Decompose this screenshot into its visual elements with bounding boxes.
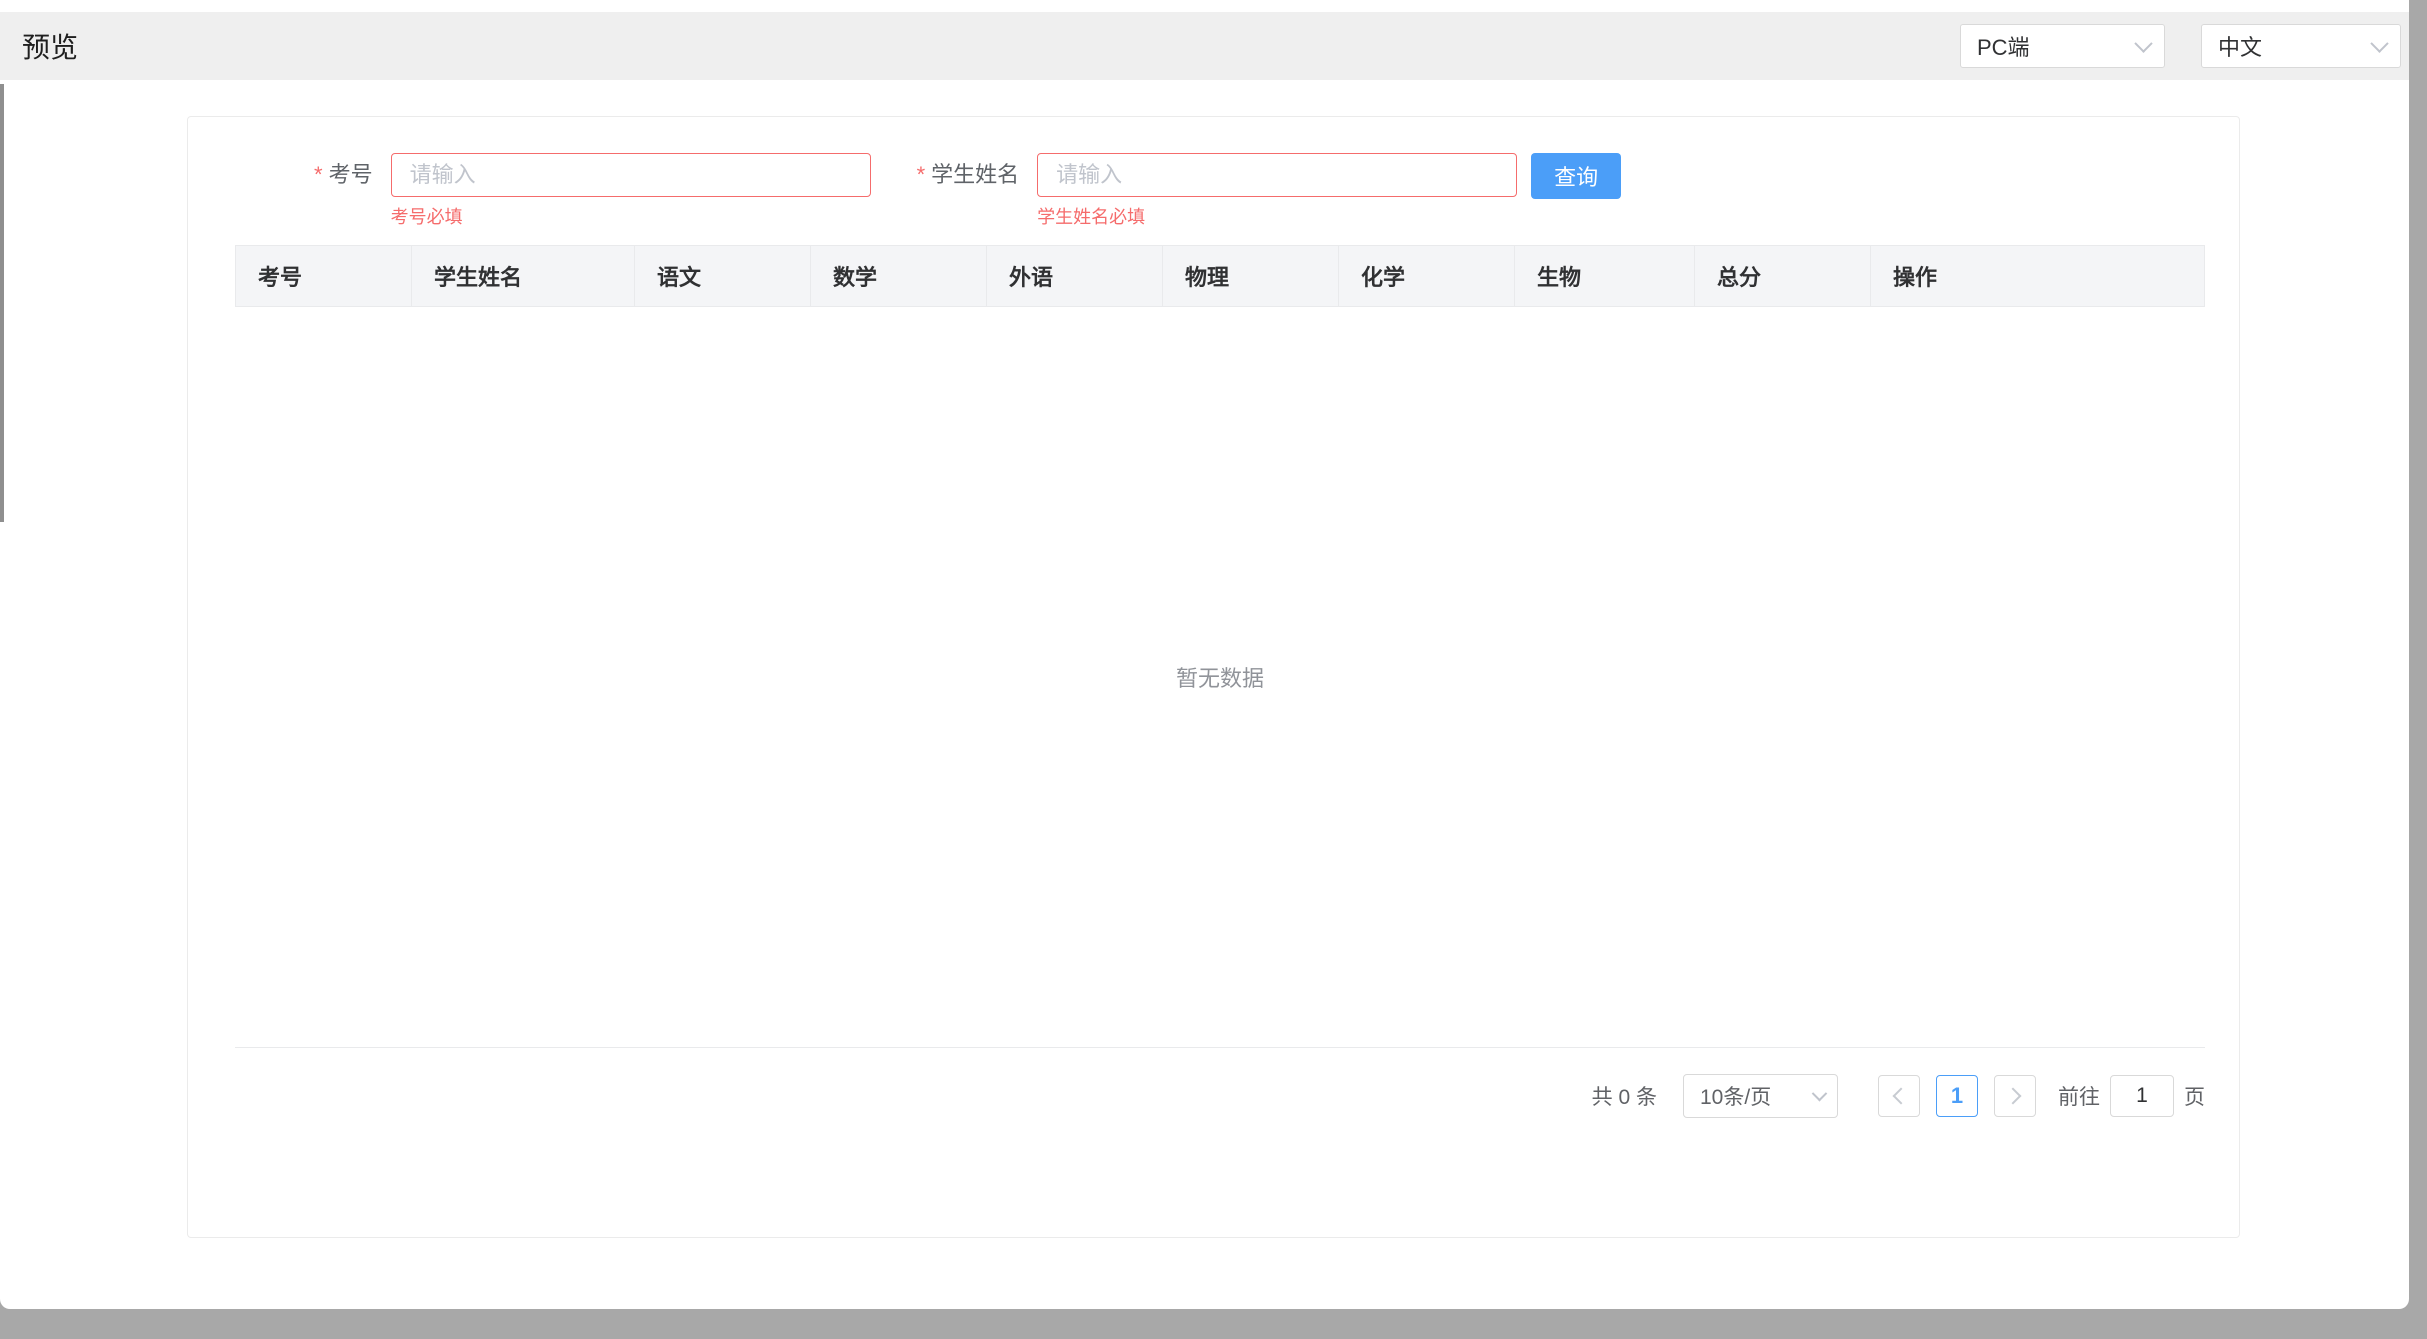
- page-size-value: 10条/页: [1700, 1081, 1771, 1111]
- results-table: 考号 学生姓名 语文 数学 外语 物理 化学 生物 总分 操作 暂无数据 共 0…: [235, 245, 2205, 1128]
- exam-no-error: 考号必填: [391, 203, 871, 229]
- empty-data-text: 暂无数据: [1176, 661, 1264, 693]
- column-header-chemistry: 化学: [1339, 246, 1515, 306]
- student-name-label: *学生姓名: [917, 153, 1020, 197]
- column-header-student-name: 学生姓名: [412, 246, 635, 306]
- column-header-math: 数学: [811, 246, 987, 306]
- table-header-row: 考号 学生姓名 语文 数学 外语 物理 化学 生物 总分 操作: [235, 245, 2205, 307]
- goto-page-input[interactable]: [2110, 1075, 2174, 1117]
- student-name-error: 学生姓名必填: [1037, 203, 1517, 229]
- top-bar: 预览 PC端 中文: [0, 12, 2409, 80]
- page-title: 预览: [22, 26, 78, 66]
- next-page-button[interactable]: [1994, 1075, 2036, 1117]
- search-form: *考号 考号必填 *学生姓名 学生姓名必填 查询: [188, 117, 2239, 229]
- column-header-actions: 操作: [1871, 246, 2204, 306]
- pagination-total: 共 0 条: [1592, 1081, 1657, 1111]
- page-size-select[interactable]: 10条/页: [1683, 1074, 1838, 1118]
- page-unit-label: 页: [2184, 1081, 2205, 1111]
- prev-page-button[interactable]: [1878, 1075, 1920, 1117]
- column-header-chinese: 语文: [635, 246, 811, 306]
- chevron-right-icon: [2005, 1088, 2022, 1105]
- required-asterisk: *: [314, 162, 323, 187]
- column-header-exam-no: 考号: [236, 246, 412, 306]
- content-card: *考号 考号必填 *学生姓名 学生姓名必填 查询 考号: [187, 116, 2240, 1238]
- chevron-down-icon: [2134, 34, 2152, 52]
- exam-no-label: *考号: [314, 153, 373, 197]
- chevron-left-icon: [1893, 1088, 1910, 1105]
- left-scrollbar[interactable]: [0, 84, 4, 522]
- form-item-exam-no: *考号 考号必填: [314, 153, 871, 229]
- column-header-total-score: 总分: [1695, 246, 1871, 306]
- language-select-value: 中文: [2218, 30, 2262, 62]
- device-select-value: PC端: [1977, 30, 2030, 62]
- chevron-down-icon: [2370, 34, 2388, 52]
- pagination-bar: 共 0 条 10条/页 1 前往 页: [235, 1048, 2205, 1128]
- column-header-foreign-language: 外语: [987, 246, 1163, 306]
- device-select[interactable]: PC端: [1960, 24, 2165, 68]
- student-name-input-wrap: 学生姓名必填: [1037, 153, 1517, 229]
- chevron-down-icon: [1812, 1085, 1828, 1101]
- query-button[interactable]: 查询: [1531, 153, 1621, 199]
- column-header-biology: 生物: [1515, 246, 1695, 306]
- language-select[interactable]: 中文: [2201, 24, 2401, 68]
- page-number-button[interactable]: 1: [1936, 1075, 1978, 1117]
- table-body-empty: 暂无数据: [235, 307, 2205, 1048]
- top-bar-selects: PC端 中文: [1960, 24, 2401, 68]
- exam-no-input[interactable]: [391, 153, 871, 197]
- required-asterisk: *: [917, 162, 926, 187]
- goto-label: 前往: [2058, 1081, 2100, 1111]
- form-item-student-name: *学生姓名 学生姓名必填: [917, 153, 1518, 229]
- preview-page: 预览 PC端 中文 *考号 考号必填: [0, 0, 2409, 1309]
- exam-no-input-wrap: 考号必填: [391, 153, 871, 229]
- student-name-input[interactable]: [1037, 153, 1517, 197]
- column-header-physics: 物理: [1163, 246, 1339, 306]
